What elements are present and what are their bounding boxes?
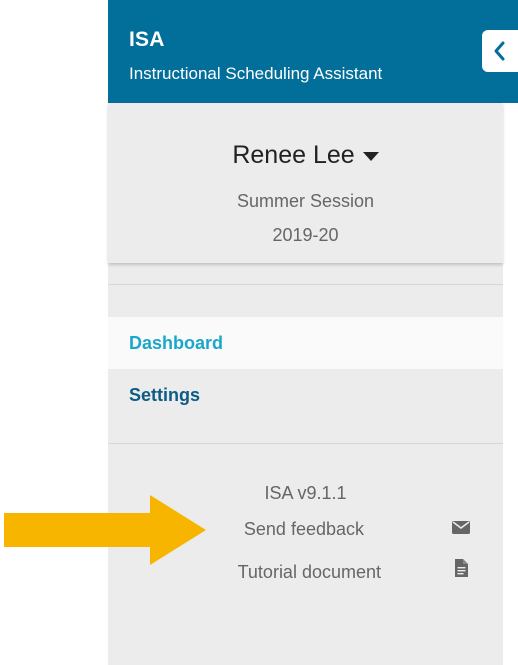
annotation-arrow — [4, 495, 206, 565]
user-menu-toggle[interactable]: Renee Lee — [108, 141, 503, 170]
app-full-name: Instructional Scheduling Assistant — [129, 64, 383, 83]
collapse-sidebar-button[interactable] — [482, 30, 518, 72]
nav-item-settings[interactable]: Settings — [108, 369, 503, 421]
divider — [108, 443, 503, 444]
tutorial-document-link[interactable]: Tutorial document — [108, 562, 381, 583]
nav-item-dashboard[interactable]: Dashboard — [108, 317, 503, 369]
envelope-icon[interactable] — [451, 517, 471, 537]
sidebar: ISA Instructional Scheduling Assistant R… — [108, 0, 503, 665]
user-panel: Renee Lee Summer Session 2019-20 — [108, 103, 503, 263]
nav-item-label[interactable]: Dashboard — [129, 333, 223, 354]
nav-item-label[interactable]: Settings — [129, 385, 200, 406]
app-abbreviation: ISA — [129, 28, 165, 51]
tutorial-document-label[interactable]: Tutorial document — [238, 562, 381, 582]
session-year: 2019-20 — [272, 225, 339, 245]
chevron-left-icon[interactable] — [491, 40, 509, 62]
session-name: Summer Session — [236, 191, 375, 211]
app-header: ISA Instructional Scheduling Assistant — [108, 0, 503, 103]
send-feedback-label[interactable]: Send feedback — [244, 519, 364, 539]
caret-down-icon[interactable] — [362, 152, 379, 161]
divider — [108, 284, 503, 285]
user-name[interactable]: Renee Lee — [232, 141, 354, 170]
screenshot-stage: ISA Instructional Scheduling Assistant R… — [0, 0, 518, 665]
document-icon[interactable] — [451, 558, 471, 578]
